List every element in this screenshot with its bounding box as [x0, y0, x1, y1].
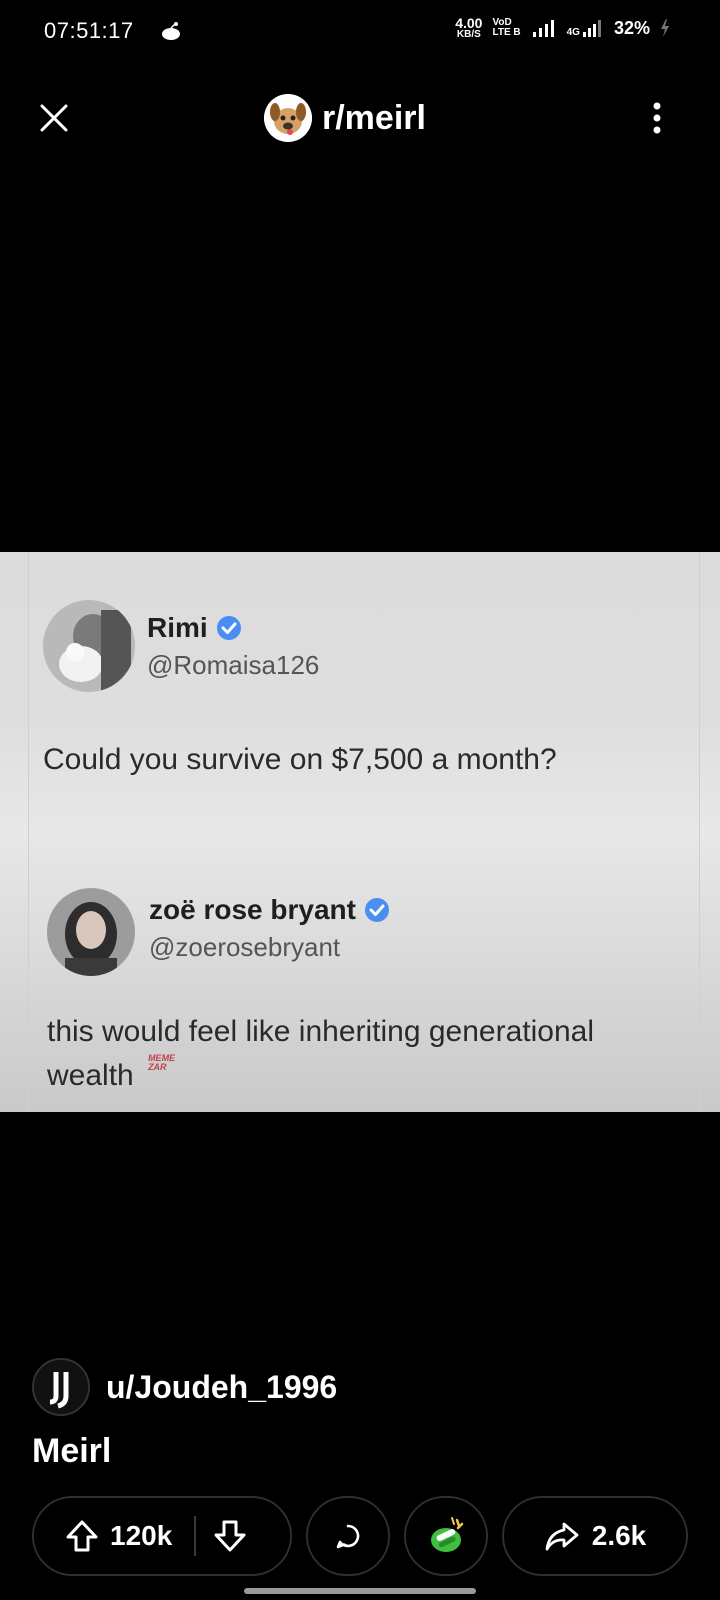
- vote-divider: [194, 1516, 197, 1556]
- watermark-bottom: ZAR: [148, 1061, 167, 1072]
- award-icon: [431, 1517, 464, 1552]
- more-options-icon[interactable]: [642, 98, 672, 138]
- close-icon[interactable]: [36, 100, 72, 136]
- tweet-author2-avatar: [47, 888, 135, 976]
- status-time: 07:51:17: [44, 18, 134, 43]
- battery-percent: 32%: [613, 17, 650, 38]
- reddit-notification-icon: [162, 22, 180, 40]
- subreddit-avatar: [264, 94, 312, 142]
- status-bar: 07:51:17 4.00 KB/S VoD LTE B 4G 32%: [0, 0, 720, 64]
- memezar-watermark: MEME ZAR: [148, 1053, 175, 1072]
- signal2-label: 4G: [566, 27, 580, 38]
- share-count: 2.6k: [591, 1520, 647, 1551]
- status-indicators: 4.00 KB/S VoD LTE B 4G 32%: [455, 16, 670, 40]
- comments-button[interactable]: [306, 1496, 390, 1576]
- tweet-text-2: this would feel like inheriting generati…: [47, 1010, 697, 1097]
- signal2-indicator: 4G: [567, 18, 604, 38]
- network-speed-value: 4.00: [455, 15, 483, 31]
- vote-count: 120k: [110, 1520, 173, 1551]
- verified-badge-icon: [364, 898, 389, 922]
- post-image[interactable]: Rimi @Romaisa126 Could you survive on $7…: [0, 552, 720, 1112]
- verified-badge-icon: [216, 616, 241, 640]
- signal-icon: [532, 20, 554, 37]
- tweet-text-2-line1: this would feel like inheriting generati…: [47, 1015, 595, 1048]
- subreddit-name: r/meirl: [322, 98, 426, 137]
- tweet-author2-name-row: zoë rose bryant: [149, 894, 390, 926]
- tweet-card: Rimi @Romaisa126 Could you survive on $7…: [28, 552, 700, 1112]
- comment-icon: [336, 1524, 360, 1549]
- author-avatar: [32, 1358, 90, 1416]
- author-username: u/Joudeh_1996: [106, 1368, 338, 1405]
- volte-indicator: VoD LTE B: [492, 17, 521, 39]
- tweet-author1-name: Rimi: [147, 612, 208, 643]
- juventus-logo-icon: [34, 1360, 88, 1414]
- action-bar: 120k 2.6k: [32, 1496, 688, 1576]
- post-header: r/meirl: [0, 86, 720, 150]
- tweet-text-2-line2: wealth: [47, 1058, 134, 1092]
- post-title: Meirl: [32, 1432, 112, 1470]
- network-speed: 4.00 KB/S: [455, 16, 482, 40]
- tweet-text-1: Could you survive on $7,500 a month?: [43, 743, 557, 776]
- volte-bottom: LTE B: [492, 27, 521, 38]
- charging-icon: [661, 19, 669, 37]
- subreddit-link[interactable]: r/meirl: [264, 94, 426, 142]
- downvote-icon[interactable]: [212, 1518, 248, 1554]
- tweet-author1-handle: @Romaisa126: [147, 650, 320, 680]
- network-speed-unit: KB/S: [456, 29, 481, 40]
- share-icon: [545, 1522, 579, 1551]
- dog-icon: [264, 94, 312, 142]
- signal2-icon: [582, 20, 601, 37]
- award-button[interactable]: [404, 1496, 488, 1576]
- vote-control: 120k: [32, 1496, 292, 1576]
- tweet-author1-avatar: [43, 600, 135, 692]
- tweet-author2-handle: @zoerosebryant: [149, 932, 341, 962]
- tweet-author1-name-row: Rimi: [147, 612, 242, 644]
- upvote-icon[interactable]: [64, 1518, 100, 1554]
- home-indicator[interactable]: [244, 1588, 476, 1594]
- post-author[interactable]: u/Joudeh_1996: [32, 1358, 337, 1416]
- share-button[interactable]: 2.6k: [502, 1496, 688, 1576]
- tweet-author2-name: zoë rose bryant: [149, 894, 356, 925]
